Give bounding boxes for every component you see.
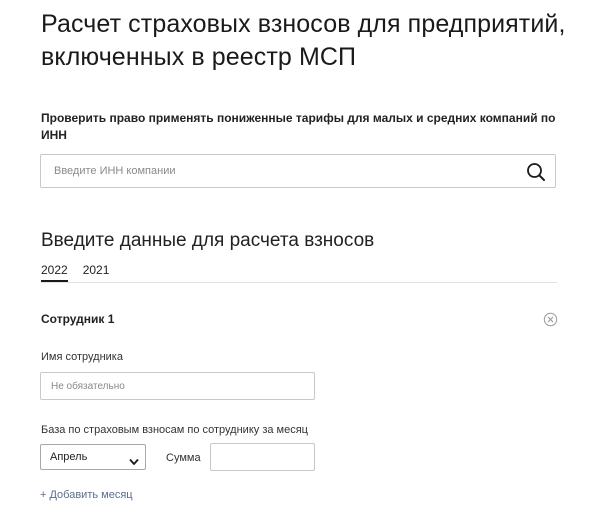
calculator-page: Расчет страховых взносов для предприятий…: [0, 0, 598, 520]
inn-check-description: Проверить право применять пониженные тар…: [41, 111, 556, 142]
chevron-down-icon: [129, 453, 139, 465]
employee-name-label: Имя сотрудника: [41, 351, 123, 363]
close-circle-icon[interactable]: [543, 312, 558, 327]
month-select-value: Апрель: [50, 451, 88, 463]
month-select[interactable]: Апрель: [40, 444, 146, 470]
search-icon[interactable]: [525, 161, 547, 183]
tabs-divider: [41, 282, 557, 283]
tab-2021[interactable]: 2021: [83, 262, 110, 282]
page-title: Расчет страховых взносов для предприятий…: [41, 10, 566, 71]
insurance-base-label: База по страховым взносам по сотруднику …: [41, 424, 308, 436]
sum-label: Сумма: [166, 452, 201, 464]
employee-title: Сотрудник 1: [41, 312, 115, 326]
year-tabs: 2022 2021: [41, 262, 109, 282]
employee-name-input[interactable]: [40, 372, 315, 400]
inn-search-input[interactable]: [41, 155, 511, 187]
calculation-section-title: Введите данные для расчета взносов: [41, 230, 375, 251]
inn-search-box: [40, 154, 556, 188]
add-month-link[interactable]: + Добавить месяц: [40, 488, 133, 502]
sum-input[interactable]: [210, 443, 315, 471]
tab-2022[interactable]: 2022: [41, 262, 68, 282]
